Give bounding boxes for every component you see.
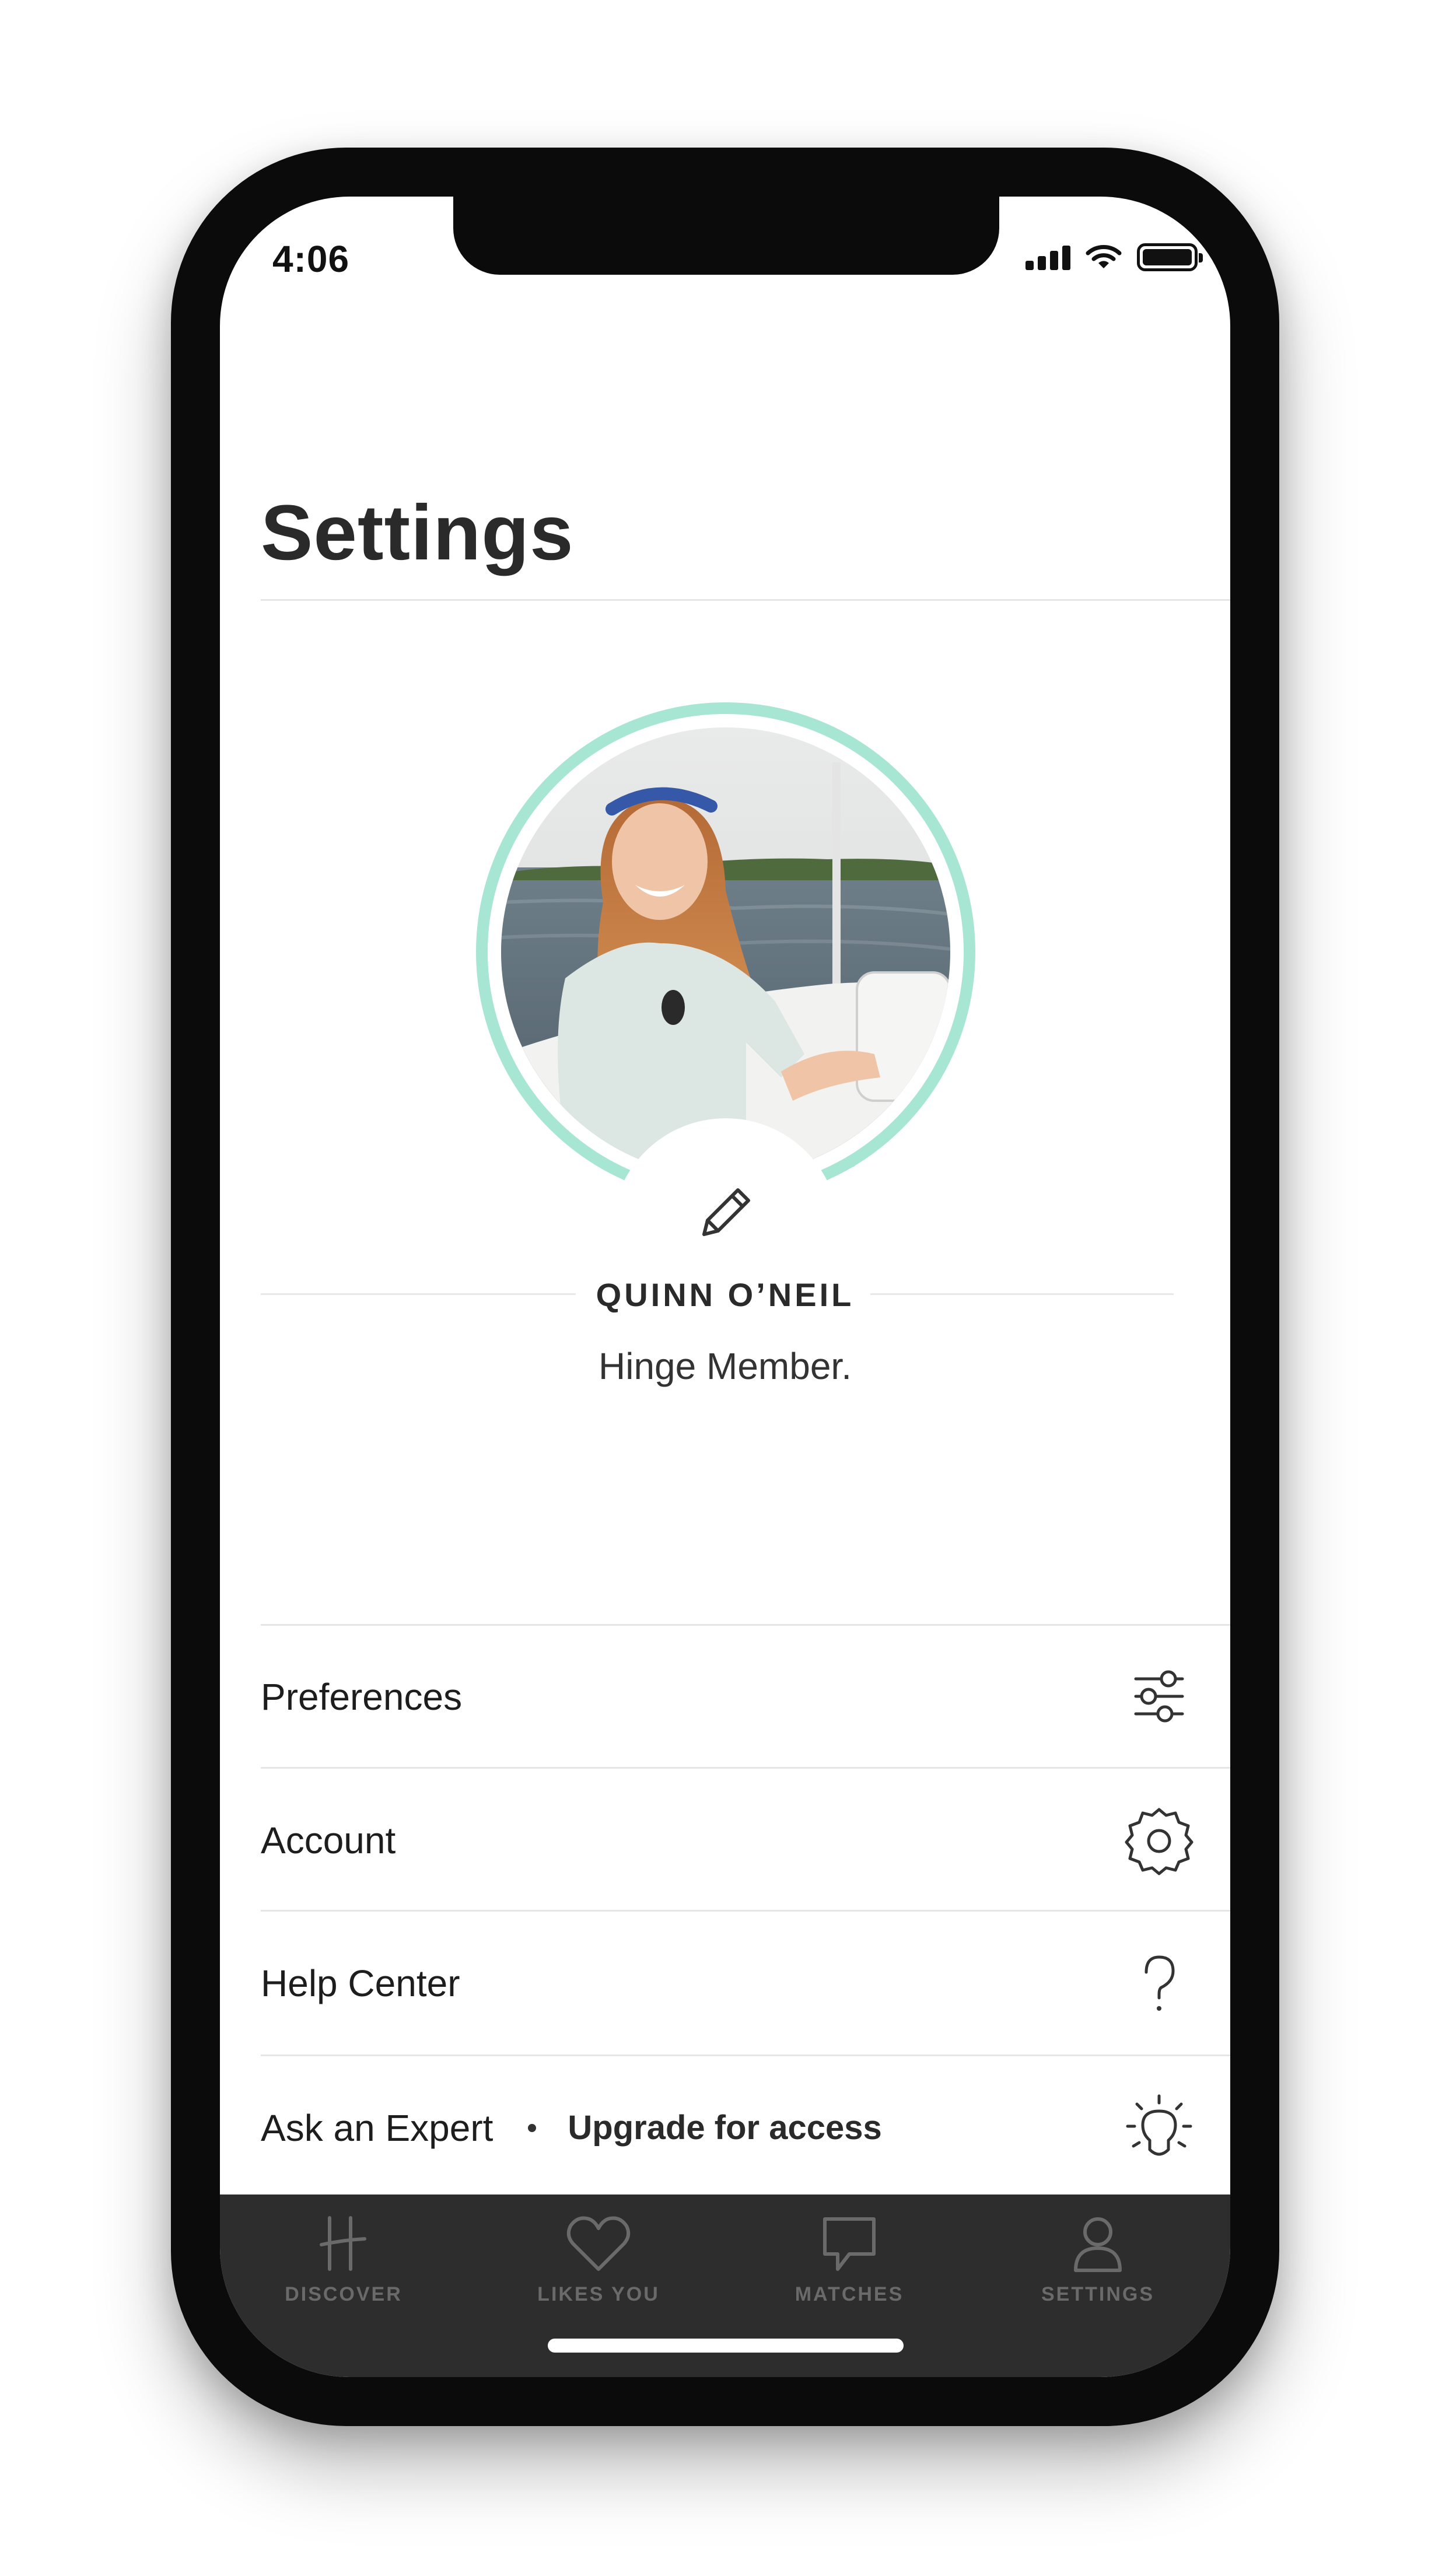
heart-icon bbox=[566, 2216, 631, 2271]
menu-item-label: Ask an Expert bbox=[261, 2106, 494, 2149]
menu-item-label: Help Center bbox=[261, 1962, 460, 2004]
app-screen: 4:06 Settings QUINN O’NEIL Hinge Member.… bbox=[220, 197, 1230, 2377]
cellular-signal-icon bbox=[1026, 244, 1070, 270]
avatar[interactable] bbox=[501, 727, 950, 1177]
menu-item-help-center[interactable]: Help Center bbox=[261, 1912, 1230, 2054]
stage: 4:06 Settings QUINN O’NEIL Hinge Member.… bbox=[0, 0, 1449, 2576]
menu-item-ask-an-expert[interactable]: Ask an Expert Upgrade for access bbox=[261, 2056, 1230, 2199]
tab-settings[interactable]: SETTINGS bbox=[1010, 2212, 1185, 2329]
status-icons bbox=[1026, 243, 1203, 271]
profile-photo bbox=[501, 727, 950, 1177]
separator-dot bbox=[528, 2123, 537, 2132]
page-title: Settings bbox=[261, 489, 574, 576]
tab-discover[interactable]: DISCOVER bbox=[256, 2212, 431, 2329]
tab-label: LIKES YOU bbox=[537, 2283, 660, 2305]
home-indicator[interactable] bbox=[548, 2339, 904, 2353]
bottom-tab-bar: DISCOVER LIKES YOU MATCHES SETTINGS bbox=[220, 2194, 1230, 2377]
upgrade-badge[interactable]: Upgrade for access bbox=[568, 2108, 881, 2147]
menu-item-label: Preferences bbox=[261, 1675, 463, 1718]
question-icon bbox=[1144, 1955, 1175, 2011]
gear-icon bbox=[1125, 1808, 1194, 1875]
menu-item-account[interactable]: Account bbox=[261, 1769, 1230, 1912]
header-divider bbox=[261, 599, 1230, 601]
phone-frame: 4:06 Settings QUINN O’NEIL Hinge Member.… bbox=[171, 148, 1279, 2426]
status-time: 4:06 bbox=[272, 238, 350, 280]
sliders-icon bbox=[1134, 1670, 1184, 1723]
menu-item-label: Account bbox=[261, 1819, 396, 1861]
wifi-icon bbox=[1086, 245, 1122, 268]
device-notch bbox=[453, 197, 999, 275]
battery-icon bbox=[1137, 243, 1203, 271]
menu-item-preferences[interactable]: Preferences bbox=[261, 1625, 1230, 1768]
lightbulb-icon bbox=[1126, 2094, 1192, 2156]
tab-label: SETTINGS bbox=[1041, 2283, 1155, 2305]
profile-name: QUINN O’NEIL bbox=[596, 1276, 855, 1313]
tab-matches[interactable]: MATCHES bbox=[762, 2212, 937, 2329]
hinge-logo-icon bbox=[320, 2216, 366, 2271]
person-icon bbox=[1074, 2217, 1122, 2272]
tab-likes-you[interactable]: LIKES YOU bbox=[511, 2212, 686, 2329]
pencil-icon bbox=[702, 1188, 750, 1236]
tab-label: MATCHES bbox=[794, 2283, 904, 2305]
chat-bubble-icon bbox=[823, 2217, 876, 2271]
tab-label: DISCOVER bbox=[285, 2283, 402, 2305]
membership-status: Hinge Member. bbox=[598, 1345, 852, 1387]
